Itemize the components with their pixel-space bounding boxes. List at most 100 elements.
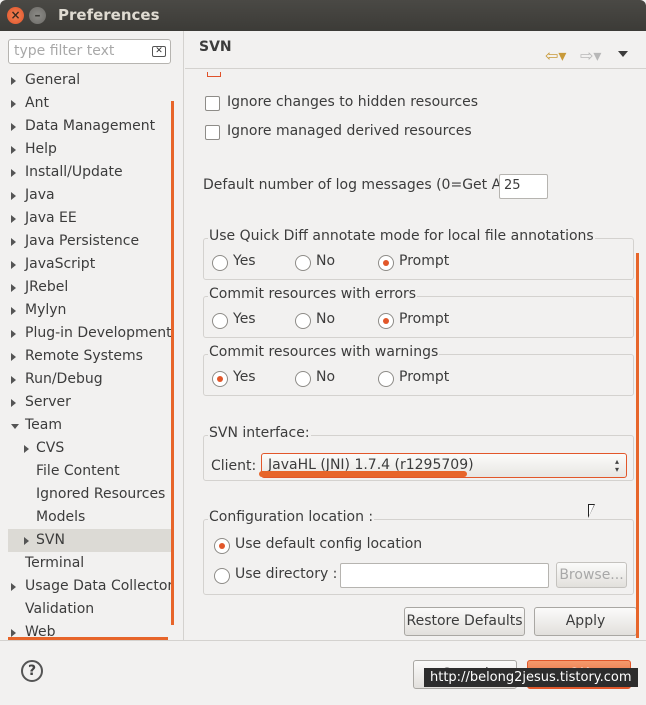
chevron-right-icon[interactable]	[24, 537, 29, 545]
browse-button[interactable]: Browse...	[556, 562, 627, 588]
chevron-right-icon[interactable]	[11, 284, 16, 292]
tree-item-terminal[interactable]: Terminal	[0, 552, 172, 575]
tree-item-label: Server	[25, 394, 71, 410]
commit-warnings-group: Commit resources with warnings Yes No Prom…	[203, 344, 634, 396]
chevron-right-icon[interactable]	[11, 261, 16, 269]
chevron-right-icon[interactable]	[11, 583, 16, 591]
chevron-right-icon[interactable]	[11, 330, 16, 338]
commit-warnings-no-radio[interactable]	[295, 371, 311, 387]
client-label: Client:	[211, 458, 257, 474]
tree-item-team[interactable]: Team	[0, 414, 172, 437]
use-directory-radio[interactable]	[214, 568, 230, 584]
default-config-label: Use default config location	[235, 536, 423, 552]
tree-item-help[interactable]: Help	[0, 138, 172, 161]
help-icon[interactable]: ?	[21, 660, 43, 682]
tree-item-label: Models	[36, 509, 86, 525]
minimize-window-button[interactable]: –	[29, 7, 46, 24]
log-messages-input[interactable]: 25	[499, 174, 548, 199]
forward-arrow-icon[interactable]: ⇨▾	[580, 46, 601, 65]
tree-item-label: CVS	[36, 440, 65, 456]
tree-item-general[interactable]: General	[0, 69, 172, 92]
config-location-title: Configuration location :	[208, 509, 375, 525]
select-arrows-icon: ▴ ▾	[614, 457, 619, 474]
chevron-right-icon[interactable]	[11, 77, 16, 85]
tree-item-data-management[interactable]: Data Management	[0, 115, 172, 138]
chevron-right-icon[interactable]	[11, 146, 16, 154]
preference-tree: General Ant Data Management Help Install/Upd…	[0, 69, 174, 644]
tree-item-remote-systems[interactable]: Remote Systems	[0, 345, 172, 368]
tree-item-models[interactable]: Models	[0, 506, 172, 529]
commit-errors-group: Commit resources with errors Yes No Prompt	[203, 286, 634, 338]
tree-item-label: Run/Debug	[25, 371, 103, 387]
tree-item-svn[interactable]: SVN	[8, 529, 172, 552]
default-config-radio[interactable]	[214, 538, 230, 554]
tree-item-jrebel[interactable]: JRebel	[0, 276, 172, 299]
chevron-right-icon[interactable]	[11, 353, 16, 361]
tree-item-mylyn[interactable]: Mylyn	[0, 299, 172, 322]
tree-item-ignored-resources[interactable]: Ignored Resources	[0, 483, 172, 506]
tree-item-label: Usage Data Collector	[25, 578, 174, 594]
tree-item-cvs[interactable]: CVS	[0, 437, 172, 460]
mouse-cursor-icon	[588, 504, 595, 518]
commit-warnings-prompt-radio[interactable]	[378, 371, 394, 387]
chevron-right-icon[interactable]	[11, 238, 16, 246]
commit-errors-no-radio[interactable]	[295, 313, 311, 329]
tree-item-validation[interactable]: Validation	[0, 598, 172, 621]
tree-item-label: JavaScript	[25, 256, 96, 272]
tree-item-usage-data-collector[interactable]: Usage Data Collector	[0, 575, 174, 598]
tree-item-file-content[interactable]: File Content	[0, 460, 172, 483]
tree-item-javascript[interactable]: JavaScript	[0, 253, 172, 276]
config-location-group: Configuration location : Use default con…	[203, 509, 634, 595]
watermark: http://belong2jesus.tistory.com	[424, 668, 638, 687]
quick-diff-no-label: No	[316, 253, 336, 269]
use-directory-label: Use directory :	[235, 566, 338, 582]
ignore-hidden-checkbox[interactable]	[205, 96, 220, 111]
chevron-right-icon[interactable]	[11, 100, 16, 108]
quick-diff-prompt-label: Prompt	[399, 253, 450, 269]
back-arrow-icon[interactable]: ⇦▾	[545, 46, 566, 65]
chevron-right-icon[interactable]	[11, 629, 16, 637]
quick-diff-yes-label: Yes	[233, 253, 256, 269]
quick-diff-group: Use Quick Diff annotate mode for local f…	[203, 228, 634, 280]
tree-item-label: Java	[25, 187, 55, 203]
tree-item-ant[interactable]: Ant	[0, 92, 172, 115]
tree-item-label: Terminal	[25, 555, 85, 571]
chevron-right-icon[interactable]	[11, 123, 16, 131]
chevron-right-icon[interactable]	[11, 169, 16, 177]
apply-button[interactable]: Apply	[534, 607, 637, 636]
view-menu-icon[interactable]	[618, 51, 628, 57]
tree-item-server[interactable]: Server	[0, 391, 172, 414]
chevron-right-icon[interactable]	[24, 445, 29, 453]
quick-diff-yes-radio[interactable]	[212, 255, 228, 271]
chevron-right-icon[interactable]	[11, 399, 16, 407]
close-window-button[interactable]: ×	[7, 7, 24, 24]
chevron-right-icon[interactable]	[11, 215, 16, 223]
clear-filter-icon[interactable]: ✕	[152, 46, 166, 57]
tree-item-java[interactable]: Java	[0, 184, 172, 207]
quick-diff-prompt-radio[interactable]	[378, 255, 394, 271]
page-title: SVN	[199, 39, 232, 55]
commit-errors-yes-label: Yes	[233, 311, 256, 327]
commit-warnings-prompt-label: Prompt	[399, 369, 450, 385]
ignore-hidden-label: Ignore changes to hidden resources	[227, 94, 479, 110]
commit-errors-prompt-radio[interactable]	[378, 313, 394, 329]
chevron-right-icon[interactable]	[11, 376, 16, 384]
commit-warnings-yes-radio[interactable]	[212, 371, 228, 387]
tree-item-plug-in-development[interactable]: Plug-in Development	[0, 322, 172, 345]
tree-item-install-update[interactable]: Install/Update	[0, 161, 172, 184]
directory-input[interactable]	[340, 563, 549, 588]
quick-diff-no-radio[interactable]	[295, 255, 311, 271]
chevron-right-icon[interactable]	[11, 192, 16, 200]
commit-errors-title: Commit resources with errors	[208, 286, 418, 302]
commit-errors-yes-radio[interactable]	[212, 313, 228, 329]
preference-page: SVN ⇦▾ ⇨▾ Ignore changes to hidden resou…	[185, 31, 646, 640]
chevron-down-icon[interactable]	[11, 424, 19, 429]
tree-item-java-persistence[interactable]: Java Persistence	[0, 230, 172, 253]
filter-input[interactable]: type filter text ✕	[8, 39, 171, 64]
tree-item-run-debug[interactable]: Run/Debug	[0, 368, 172, 391]
tree-item-java-ee[interactable]: Java EE	[0, 207, 172, 230]
restore-defaults-button[interactable]: Restore Defaults	[404, 607, 525, 636]
highlight-mark-right	[636, 253, 639, 638]
ignore-derived-checkbox[interactable]	[205, 125, 220, 140]
chevron-right-icon[interactable]	[11, 307, 16, 315]
